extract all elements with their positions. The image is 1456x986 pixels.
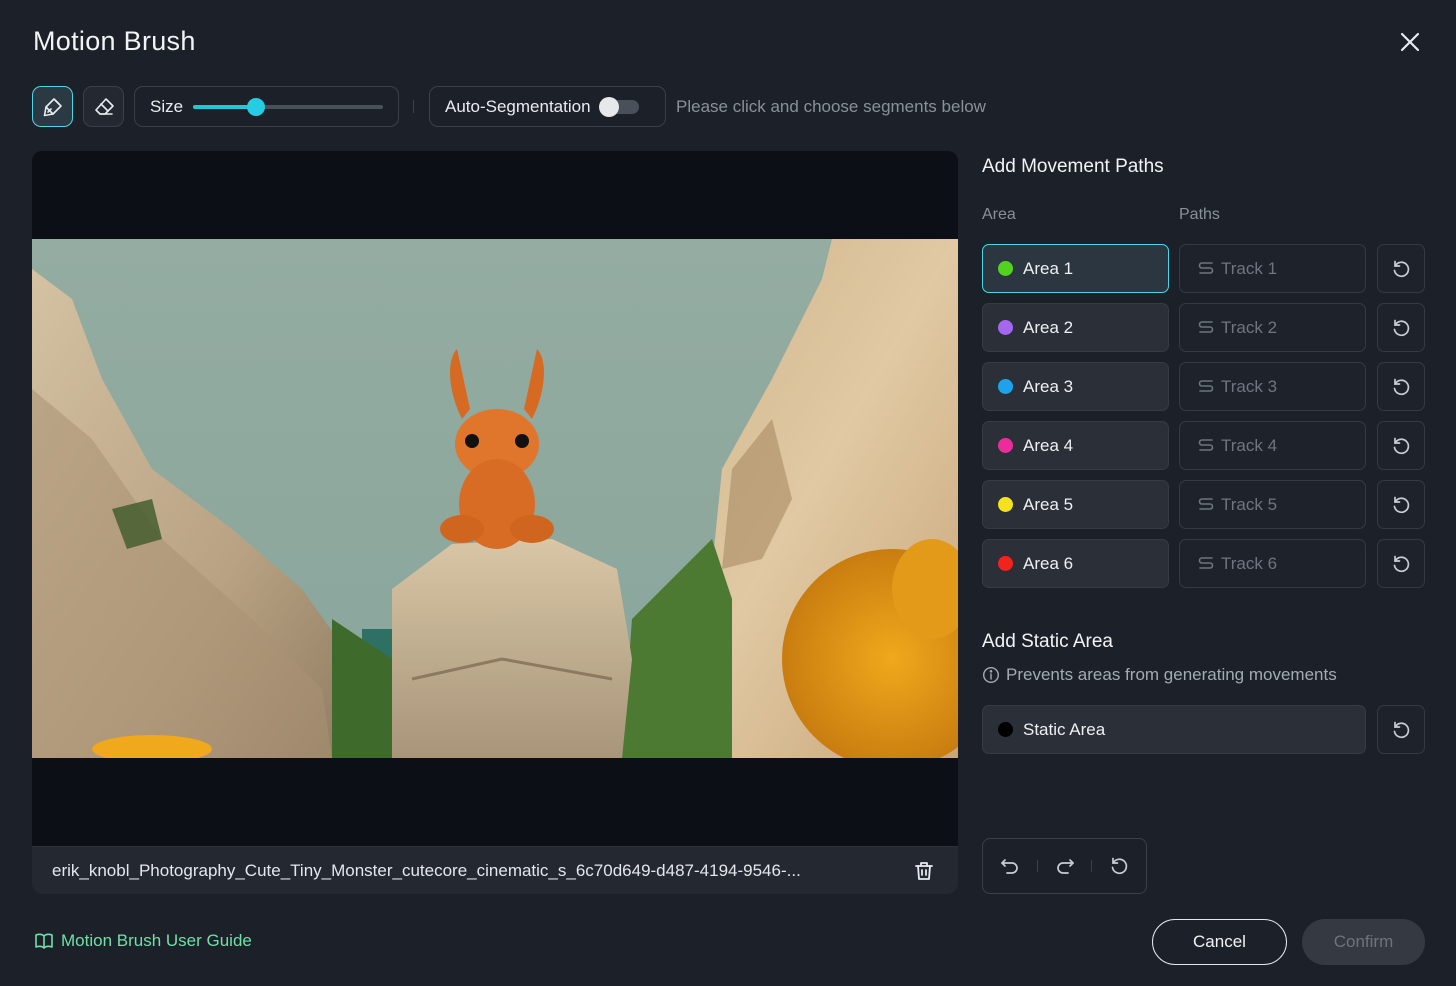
auto-segmentation-toggle[interactable]	[598, 96, 639, 117]
reset-icon	[1393, 496, 1410, 513]
path-icon	[1198, 438, 1214, 451]
area-color-dot	[998, 556, 1013, 571]
area-color-dot	[998, 261, 1013, 276]
reset-area-button-2[interactable]	[1377, 303, 1425, 352]
history-controls	[982, 838, 1147, 894]
dialog-title: Motion Brush	[33, 26, 196, 56]
static-area-button[interactable]: Static Area	[982, 705, 1366, 754]
reset-icon	[1393, 721, 1410, 738]
area-button-6[interactable]: Area 6	[982, 539, 1169, 588]
eraser-icon	[94, 97, 114, 115]
segmentation-hint: Please click and choose segments below	[676, 97, 986, 116]
book-icon	[35, 933, 53, 949]
path-icon	[1198, 556, 1214, 569]
track-button-5[interactable]: Track 5	[1179, 480, 1366, 529]
area-button-1[interactable]: Area 1	[982, 244, 1169, 293]
area-button-2[interactable]: Area 2	[982, 303, 1169, 352]
undo-icon	[1000, 859, 1018, 874]
auto-segmentation-control: Auto-Segmentation	[429, 86, 666, 127]
reset-area-button-4[interactable]	[1377, 421, 1425, 470]
confirm-button[interactable]: Confirm	[1302, 919, 1425, 965]
reset-icon	[1393, 437, 1410, 454]
image-canvas[interactable]: erik_knobl_Photography_Cute_Tiny_Monster…	[32, 151, 958, 894]
reset-area-button-5[interactable]	[1377, 480, 1425, 529]
close-icon	[1400, 32, 1420, 52]
movement-paths-title: Add Movement Paths	[982, 156, 1164, 177]
user-guide-label: Motion Brush User Guide	[61, 931, 252, 950]
source-image[interactable]	[32, 239, 958, 758]
track-button-6[interactable]: Track 6	[1179, 539, 1366, 588]
user-guide-link[interactable]: Motion Brush User Guide	[34, 931, 252, 951]
area-label: Area 3	[1023, 376, 1074, 396]
track-label: Track 2	[1221, 317, 1278, 337]
reset-icon	[1111, 857, 1128, 875]
static-area-note-text: Prevents areas from generating movements	[1006, 665, 1337, 684]
reset-icon	[1393, 378, 1410, 395]
track-label: Track 1	[1221, 258, 1278, 278]
track-label: Track 3	[1221, 376, 1278, 396]
trash-icon	[915, 862, 933, 880]
brush-icon	[43, 97, 62, 116]
area-column-header: Area	[982, 206, 1016, 223]
close-button[interactable]	[1396, 28, 1424, 56]
static-area-title: Add Static Area	[982, 631, 1113, 652]
info-icon	[982, 666, 1000, 684]
reset-icon	[1393, 260, 1410, 277]
area-color-dot	[998, 497, 1013, 512]
area-label: Area 4	[1023, 435, 1074, 455]
toolbar-divider	[413, 100, 414, 113]
static-area-reset-button[interactable]	[1377, 705, 1425, 754]
track-button-1[interactable]: Track 1	[1179, 244, 1366, 293]
area-button-5[interactable]: Area 5	[982, 480, 1169, 529]
track-label: Track 4	[1221, 435, 1278, 455]
size-slider[interactable]	[193, 97, 384, 116]
undo-button[interactable]	[983, 839, 1037, 893]
path-icon	[1198, 379, 1214, 392]
area-label: Area 5	[1023, 494, 1074, 514]
eraser-tool-button[interactable]	[83, 86, 124, 127]
track-button-3[interactable]: Track 3	[1179, 362, 1366, 411]
track-button-2[interactable]: Track 2	[1179, 303, 1366, 352]
area-label: Area 6	[1023, 553, 1074, 573]
size-label: Size	[150, 96, 184, 116]
auto-segmentation-label: Auto-Segmentation	[445, 96, 591, 116]
area-color-dot	[998, 379, 1013, 394]
path-icon	[1198, 320, 1214, 333]
reset-icon	[1393, 319, 1410, 336]
track-label: Track 5	[1221, 494, 1278, 514]
toggle-knob	[598, 96, 619, 117]
area-color-dot	[998, 320, 1013, 335]
reset-area-button-3[interactable]	[1377, 362, 1425, 411]
reset-area-button-6[interactable]	[1377, 539, 1425, 588]
size-slider-thumb[interactable]	[246, 97, 265, 116]
area-button-3[interactable]: Area 3	[982, 362, 1169, 411]
static-area-label: Static Area	[1023, 719, 1106, 739]
reset-icon	[1393, 555, 1410, 572]
track-label: Track 6	[1221, 553, 1278, 573]
paths-column-header: Paths	[1179, 206, 1220, 223]
reset-area-button-1[interactable]	[1377, 244, 1425, 293]
static-area-color-dot	[998, 722, 1013, 737]
static-area-note: Prevents areas from generating movements	[982, 665, 1337, 685]
area-color-dot	[998, 438, 1013, 453]
path-icon	[1198, 497, 1214, 510]
path-icon	[1198, 261, 1214, 274]
redo-icon	[1056, 859, 1074, 874]
reset-all-button[interactable]	[1092, 839, 1146, 893]
track-button-4[interactable]: Track 4	[1179, 421, 1366, 470]
brush-tool-button[interactable]	[32, 86, 73, 127]
delete-image-button[interactable]	[912, 859, 936, 883]
size-control: Size	[134, 86, 399, 127]
area-button-4[interactable]: Area 4	[982, 421, 1169, 470]
area-label: Area 2	[1023, 317, 1074, 337]
file-name: erik_knobl_Photography_Cute_Tiny_Monster…	[52, 860, 801, 880]
redo-button[interactable]	[1038, 839, 1092, 893]
cancel-button[interactable]: Cancel	[1152, 919, 1287, 965]
area-label: Area 1	[1023, 258, 1074, 278]
file-bar: erik_knobl_Photography_Cute_Tiny_Monster…	[32, 846, 958, 894]
